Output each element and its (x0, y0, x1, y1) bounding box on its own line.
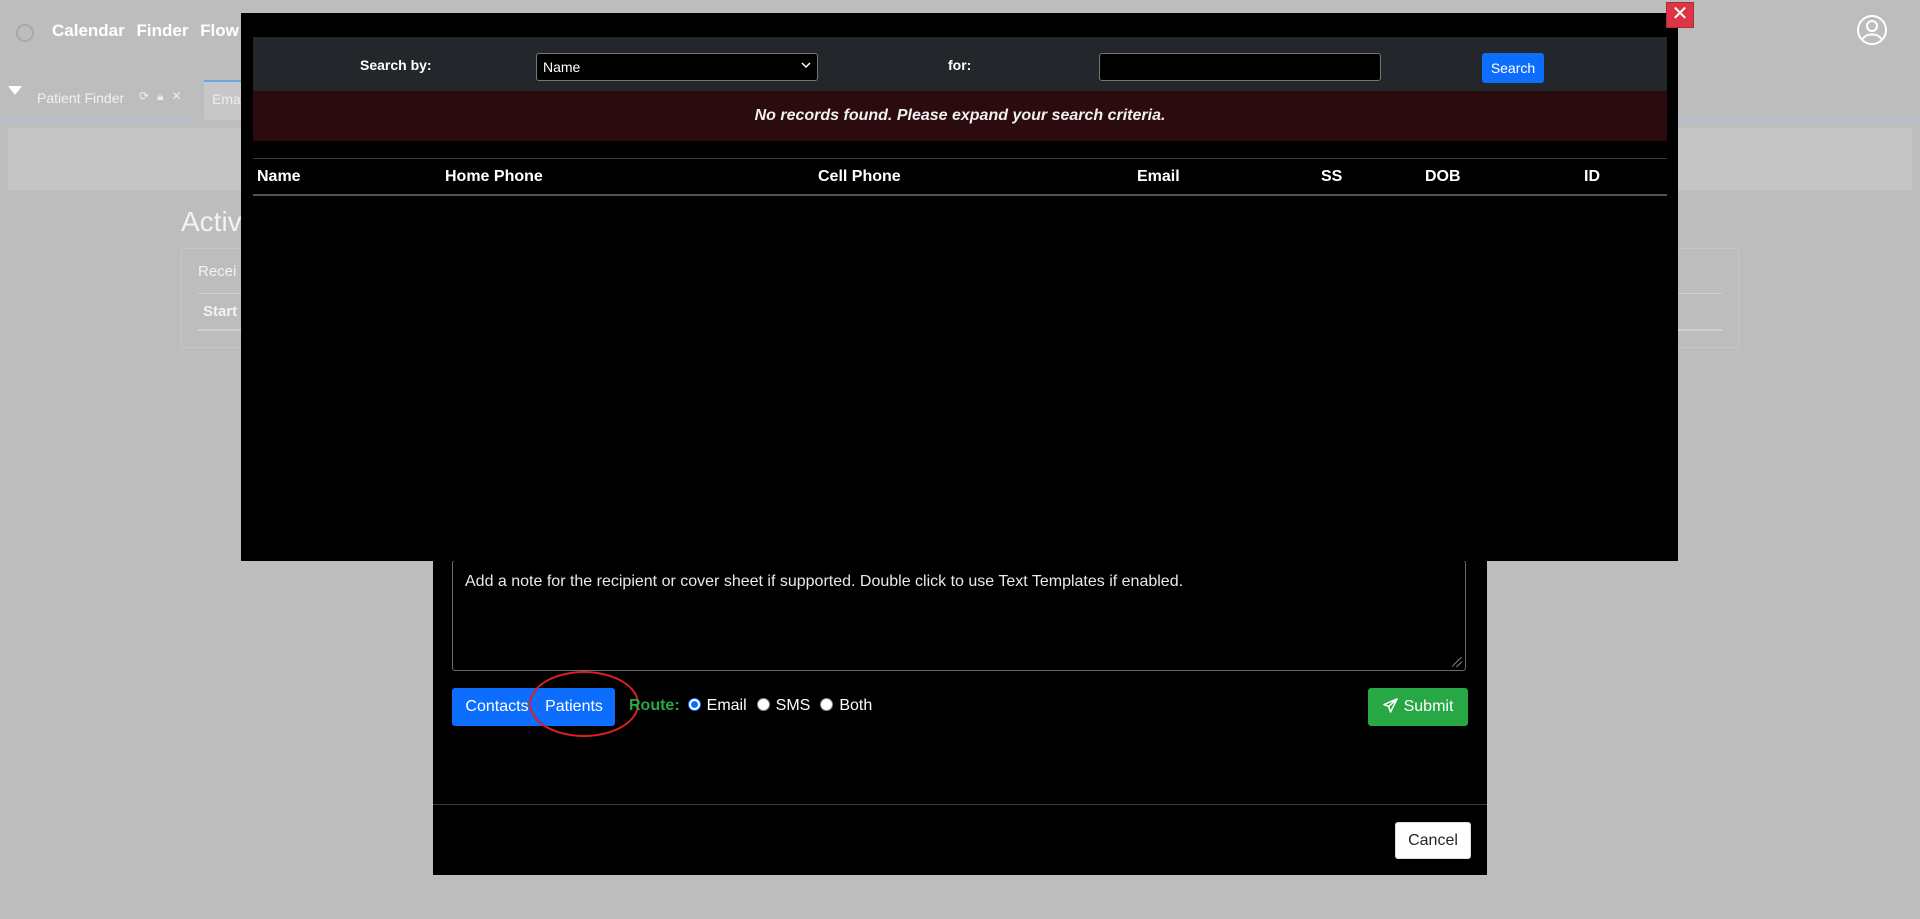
note-placeholder: Add a note for the recipient or cover sh… (465, 573, 1184, 590)
tab-patient-finder[interactable]: Patient Finder (37, 90, 124, 106)
column-header-start: Start (203, 303, 238, 320)
route-both-radio[interactable] (820, 698, 834, 711)
search-by-select[interactable]: Name (536, 53, 818, 81)
close-icon[interactable]: ✕ (1666, 2, 1694, 28)
tab-email-label: Ema (212, 91, 241, 107)
close-tab-icon[interactable]: ✕ (171, 89, 189, 103)
search-by-label: Search by: (360, 57, 432, 73)
highlight-circle (529, 671, 639, 737)
column-ss[interactable]: SS (1321, 168, 1342, 186)
refresh-icon[interactable]: ⟳ (139, 89, 157, 103)
loading-spinner-icon (16, 24, 34, 42)
route-both-label[interactable]: Both (839, 697, 872, 714)
nav-flow[interactable]: Flow (200, 21, 239, 40)
nav-finder[interactable]: Finder (136, 21, 188, 40)
search-button[interactable]: Search (1482, 53, 1544, 83)
column-name[interactable]: Name (257, 168, 301, 186)
user-account-icon[interactable] (1856, 14, 1888, 46)
card-label: Recei (198, 263, 237, 280)
divider (433, 804, 1487, 805)
compose-modal: Add a note for the recipient or cover sh… (433, 540, 1487, 875)
column-id[interactable]: ID (1584, 168, 1600, 186)
send-icon (1382, 698, 1398, 713)
column-cell-phone[interactable]: Cell Phone (818, 168, 901, 186)
for-label: for: (948, 57, 972, 73)
submit-label: Submit (1403, 698, 1454, 715)
search-input[interactable] (1099, 53, 1381, 81)
patient-search-modal: Search by: Name for: Search No records f… (241, 13, 1678, 561)
chevron-down-icon (801, 62, 811, 69)
lock-icon[interactable]: 🔒︎ (157, 89, 171, 103)
route-sms-radio[interactable] (756, 698, 770, 711)
route-email-label[interactable]: Email (707, 697, 747, 714)
column-home-phone[interactable]: Home Phone (445, 168, 543, 186)
results-table-header: Name Home Phone Cell Phone Email SS DOB … (253, 159, 1667, 196)
route-options: Route: Email SMS Both (629, 697, 872, 715)
resize-grip-icon[interactable] (1452, 657, 1462, 667)
main-nav: Calendar Finder Flow R (52, 21, 270, 41)
tab-email[interactable]: Ema (204, 80, 244, 120)
submit-button[interactable]: Submit (1368, 688, 1468, 726)
page-title: Activ (181, 206, 242, 237)
no-records-alert: No records found. Please expand your sea… (253, 91, 1667, 141)
cancel-button[interactable]: Cancel (1395, 822, 1471, 859)
search-bar: Search by: Name for: Search (253, 37, 1667, 91)
route-sms-label[interactable]: SMS (776, 697, 811, 714)
note-textarea[interactable]: Add a note for the recipient or cover sh… (452, 560, 1466, 671)
search-by-value: Name (543, 59, 581, 75)
column-dob[interactable]: DOB (1425, 168, 1461, 186)
route-label: Route: (629, 697, 680, 714)
route-email-radio[interactable] (687, 698, 701, 711)
column-email[interactable]: Email (1137, 168, 1180, 186)
tab-actions: ⟳🔒︎✕ (139, 89, 190, 104)
tabs-menu-caret-icon[interactable] (8, 86, 22, 95)
nav-calendar[interactable]: Calendar (52, 21, 125, 40)
